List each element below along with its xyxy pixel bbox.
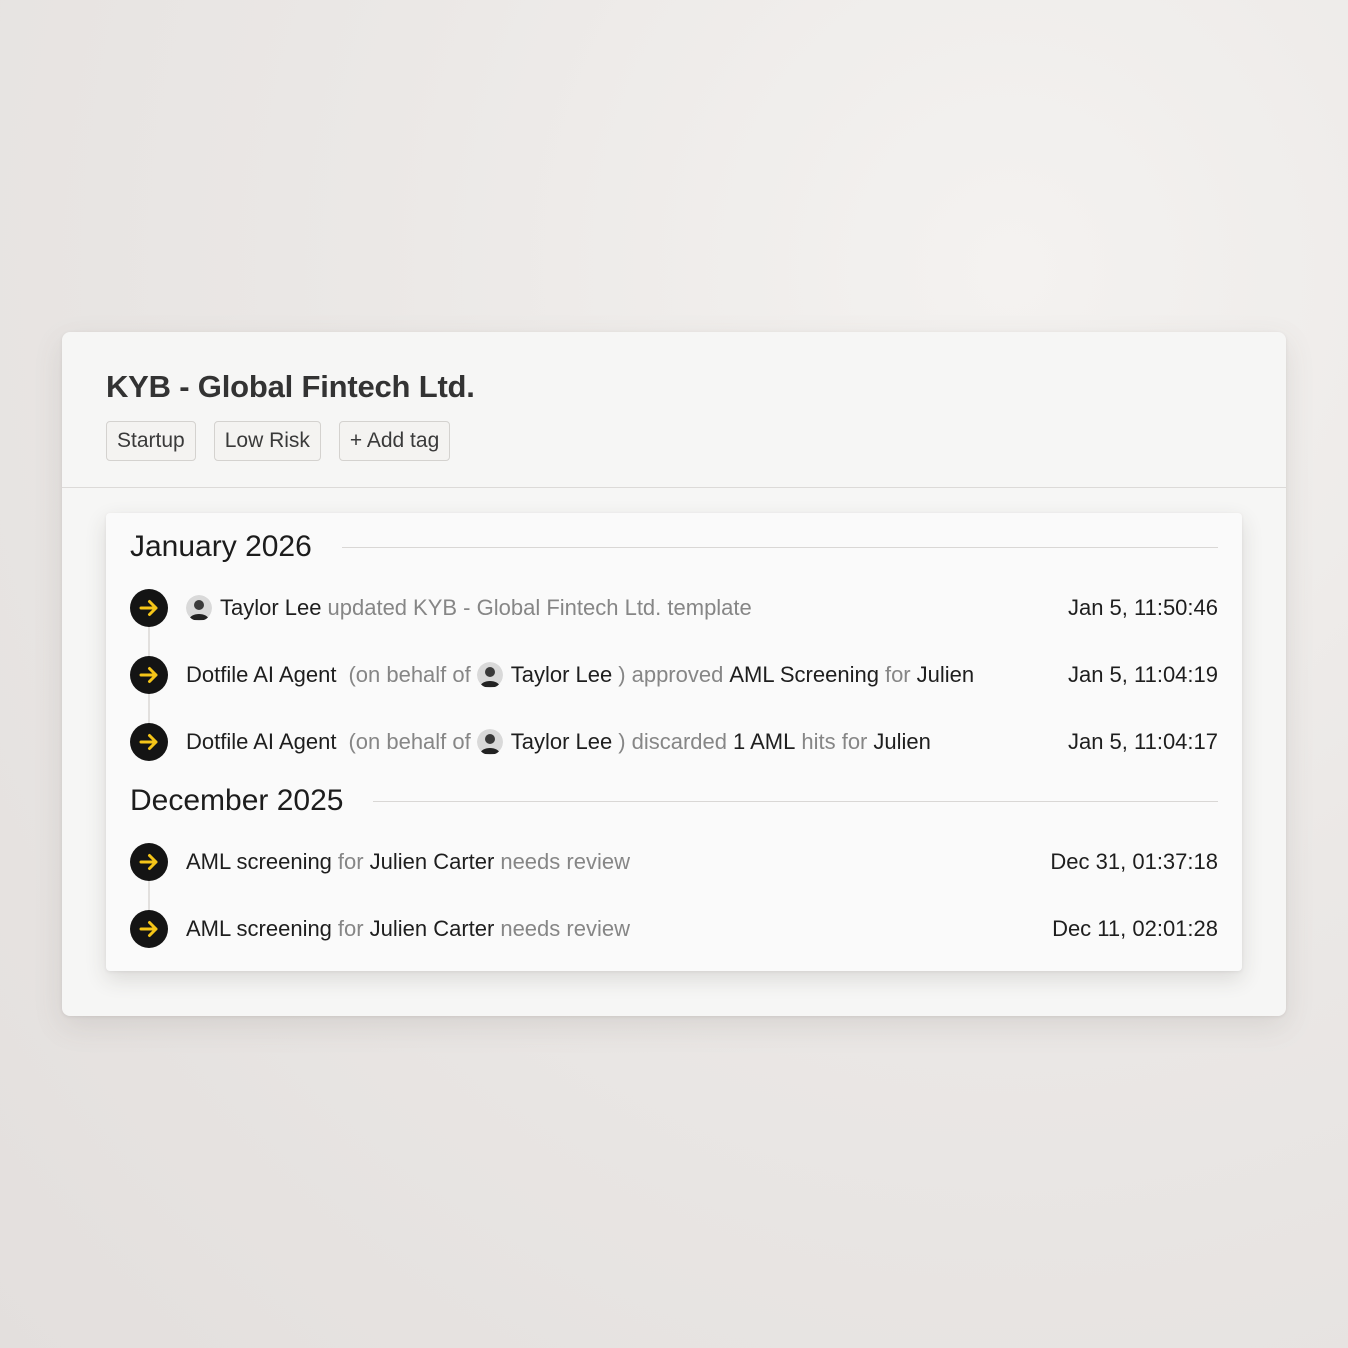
event-connector: for bbox=[337, 849, 364, 874]
behalf-prefix: (on behalf of bbox=[348, 662, 471, 687]
agent-name: Dotfile AI Agent bbox=[186, 662, 337, 687]
month-header-december-2025: December 2025 bbox=[130, 781, 1218, 821]
behalf-prefix: (on behalf of bbox=[348, 729, 471, 754]
tag-low-risk[interactable]: Low Risk bbox=[213, 421, 321, 461]
event-action: discarded bbox=[631, 729, 727, 754]
arrow-right-icon bbox=[130, 589, 168, 627]
timeline-event: Dotfile AI Agent (on behalf of Taylor Le… bbox=[130, 722, 1218, 762]
event-description: AML screening for Julien Carter needs re… bbox=[186, 916, 1052, 942]
user-avatar bbox=[186, 595, 212, 621]
activity-timeline: January 2026 Taylor Lee updated KYB - Gl… bbox=[106, 513, 1242, 971]
event-object: hits for bbox=[801, 729, 868, 754]
event-connector: for bbox=[884, 662, 911, 687]
arrow-right-icon bbox=[130, 910, 168, 948]
event-subject[interactable]: Julien Carter bbox=[370, 916, 495, 942]
behalf-suffix: ) bbox=[618, 662, 626, 687]
case-header: KYB - Global Fintech Ltd. Startup Low Ri… bbox=[62, 332, 1286, 488]
event-timestamp: Dec 31, 01:37:18 bbox=[1050, 849, 1218, 874]
event-object[interactable]: AML Screening bbox=[729, 662, 879, 688]
event-timestamp: Dec 11, 02:01:28 bbox=[1052, 916, 1218, 941]
event-timestamp: Jan 5, 11:04:19 bbox=[1067, 662, 1218, 687]
add-tag-button[interactable]: + Add tag bbox=[338, 421, 451, 461]
timeline-event: Dotfile AI Agent (on behalf of Taylor Le… bbox=[130, 655, 1218, 695]
tag-startup[interactable]: Startup bbox=[106, 421, 196, 461]
event-object[interactable]: AML screening bbox=[186, 849, 332, 875]
event-timestamp: Jan 5, 11:04:17 bbox=[1067, 729, 1218, 754]
event-timestamp: Jan 5, 11:50:46 bbox=[1067, 595, 1218, 620]
on-behalf-of-user[interactable]: Taylor Lee bbox=[511, 729, 613, 755]
timeline-event: AML screening for Julien Carter needs re… bbox=[130, 909, 1218, 949]
month-divider bbox=[341, 546, 1218, 548]
event-action: approved bbox=[631, 662, 724, 687]
arrow-right-icon bbox=[130, 723, 168, 761]
event-description: AML screening for Julien Carter needs re… bbox=[186, 849, 1050, 875]
event-description: Taylor Lee updated KYB - Global Fintech … bbox=[186, 595, 1068, 621]
tag-list: Startup Low Risk + Add tag bbox=[106, 421, 1242, 461]
month-header-january-2026: January 2026 bbox=[130, 527, 1218, 567]
case-title: KYB - Global Fintech Ltd. bbox=[106, 369, 475, 404]
arrow-right-icon bbox=[130, 843, 168, 881]
month-divider bbox=[373, 800, 1218, 802]
hit-count: 1 AML bbox=[732, 729, 796, 754]
event-subject[interactable]: Julien bbox=[873, 729, 930, 755]
month-title: December 2025 bbox=[130, 784, 344, 817]
event-description: Dotfile AI Agent (on behalf of Taylor Le… bbox=[186, 729, 1068, 755]
event-connector: for bbox=[337, 916, 364, 941]
user-avatar bbox=[476, 662, 503, 688]
timeline-event: AML screening for Julien Carter needs re… bbox=[130, 842, 1218, 882]
event-action: updated bbox=[327, 595, 408, 620]
event-subject[interactable]: Julien bbox=[917, 662, 974, 688]
on-behalf-of-user[interactable]: Taylor Lee bbox=[511, 662, 613, 688]
event-object: KYB - Global Fintech Ltd. template bbox=[413, 595, 752, 620]
actor-name[interactable]: Taylor Lee bbox=[220, 595, 322, 621]
event-subject[interactable]: Julien Carter bbox=[370, 849, 495, 875]
case-card: KYB - Global Fintech Ltd. Startup Low Ri… bbox=[62, 332, 1286, 1016]
arrow-right-icon bbox=[130, 656, 168, 694]
timeline-event: Taylor Lee updated KYB - Global Fintech … bbox=[130, 588, 1218, 628]
event-object[interactable]: AML screening bbox=[186, 916, 332, 942]
agent-name: Dotfile AI Agent bbox=[186, 729, 337, 754]
month-title: January 2026 bbox=[130, 530, 312, 563]
event-status: needs review bbox=[500, 849, 630, 874]
user-avatar bbox=[476, 729, 503, 755]
behalf-suffix: ) bbox=[618, 729, 626, 754]
event-description: Dotfile AI Agent (on behalf of Taylor Le… bbox=[186, 662, 1068, 688]
event-status: needs review bbox=[500, 916, 630, 941]
